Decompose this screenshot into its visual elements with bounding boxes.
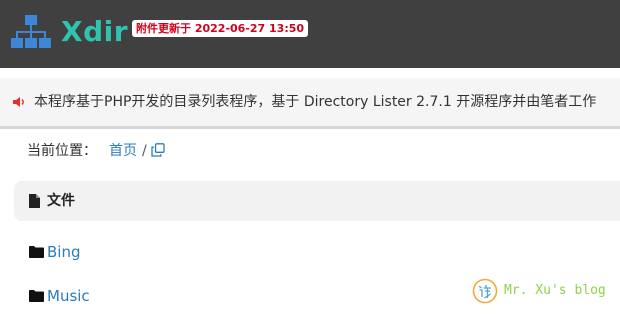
speaker-icon: [13, 97, 24, 107]
folder-icon: [29, 246, 44, 258]
update-badge: 附件更新于 2022-06-27 13:50: [132, 20, 309, 37]
file-list-header: 文件: [14, 181, 620, 221]
list-item-name[interactable]: Bing: [47, 241, 81, 263]
breadcrumb-separator: /: [142, 143, 147, 159]
sitemap-logo-icon: [11, 15, 51, 48]
folder-icon: [29, 290, 44, 302]
breadcrumb-home-link[interactable]: 首页: [109, 143, 137, 159]
watermark-logo-icon: [472, 278, 498, 304]
notice-bar: 本程序基于PHP开发的目录列表程序，基于 Directory Lister 2.…: [0, 78, 620, 129]
watermark-text: Mr. Xu's blog: [504, 283, 606, 298]
file-list-header-label: 文件: [47, 193, 75, 209]
file-icon: [29, 194, 40, 208]
notice-text: 本程序基于PHP开发的目录列表程序，基于 Directory Lister 2.…: [34, 94, 597, 110]
copy-link-icon[interactable]: [151, 143, 165, 157]
logo-text[interactable]: Xdir: [61, 14, 128, 50]
top-header: Xdir 附件更新于 2022-06-27 13:50: [0, 0, 620, 68]
breadcrumb-label: 当前位置：: [27, 143, 97, 159]
breadcrumb: 当前位置： 首页 /: [27, 140, 165, 162]
list-item-name[interactable]: Music: [47, 285, 90, 307]
